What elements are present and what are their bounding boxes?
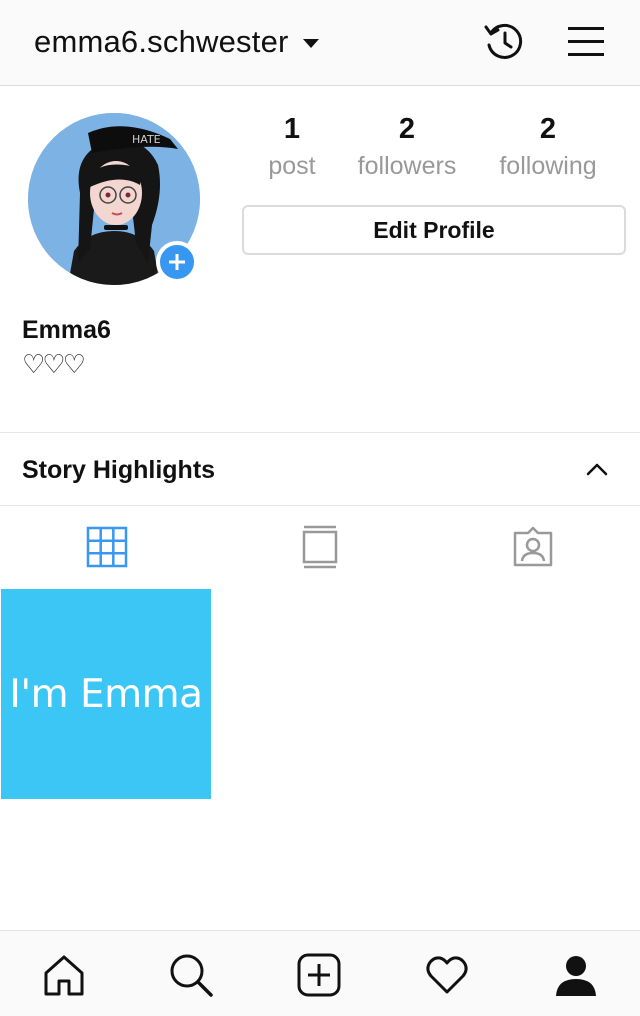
archive-history-icon [484, 23, 523, 59]
display-name: Emma6 [22, 316, 111, 344]
post-thumbnail[interactable]: I'm Emma [1, 589, 211, 799]
following-count[interactable]: 2 following [488, 112, 608, 186]
nav-home[interactable] [34, 945, 94, 1005]
add-post-icon [297, 953, 341, 997]
igtv-icon [302, 525, 337, 569]
followers-count[interactable]: 2 followers [346, 112, 468, 186]
profile-tabs [0, 506, 640, 588]
nav-search[interactable] [161, 945, 221, 1005]
nav-new-post[interactable] [289, 945, 349, 1005]
home-icon [44, 955, 84, 996]
chevron-down-icon [302, 38, 319, 48]
chevron-up-icon [586, 463, 608, 476]
plus-icon [169, 254, 185, 270]
top-bar: emma6.schwester [0, 0, 640, 86]
account-switcher[interactable]: emma6.schwester [34, 24, 319, 60]
tagged-icon [513, 526, 552, 567]
tab-grid[interactable] [0, 506, 213, 588]
bottom-navigation [0, 930, 640, 1016]
nav-profile[interactable] [546, 945, 606, 1005]
edit-profile-button[interactable]: Edit Profile [242, 205, 626, 255]
profile-header: HATE 1 post 2 followers 2 following Edit… [0, 86, 640, 432]
archive-button[interactable] [480, 18, 528, 66]
menu-button[interactable] [562, 18, 610, 66]
grid-icon [86, 526, 127, 568]
nav-activity[interactable] [417, 945, 477, 1005]
profile-icon [556, 956, 596, 996]
posts-count-label: post [268, 152, 316, 180]
add-story-button[interactable] [156, 241, 198, 283]
followers-count-value: 2 [398, 113, 416, 145]
posts-count[interactable]: 1 post [254, 112, 330, 186]
post-thumbnail-text: I'm Emma [9, 671, 203, 717]
heart-icon [426, 956, 468, 994]
story-highlights-toggle[interactable]: Story Highlights [0, 432, 640, 506]
tab-igtv[interactable] [213, 506, 426, 588]
bio-text: ♡♡♡ [22, 350, 86, 380]
svg-text:HATE: HATE [132, 133, 161, 146]
posts-count-value: 1 [283, 113, 301, 145]
tab-tagged[interactable] [426, 506, 639, 588]
following-count-label: following [499, 152, 597, 180]
username-label: emma6.schwester [34, 24, 289, 59]
story-highlights-title: Story Highlights [22, 456, 216, 484]
search-icon [170, 954, 213, 997]
followers-count-label: followers [357, 152, 457, 180]
hamburger-menu-icon [568, 27, 604, 56]
following-count-value: 2 [539, 113, 557, 145]
